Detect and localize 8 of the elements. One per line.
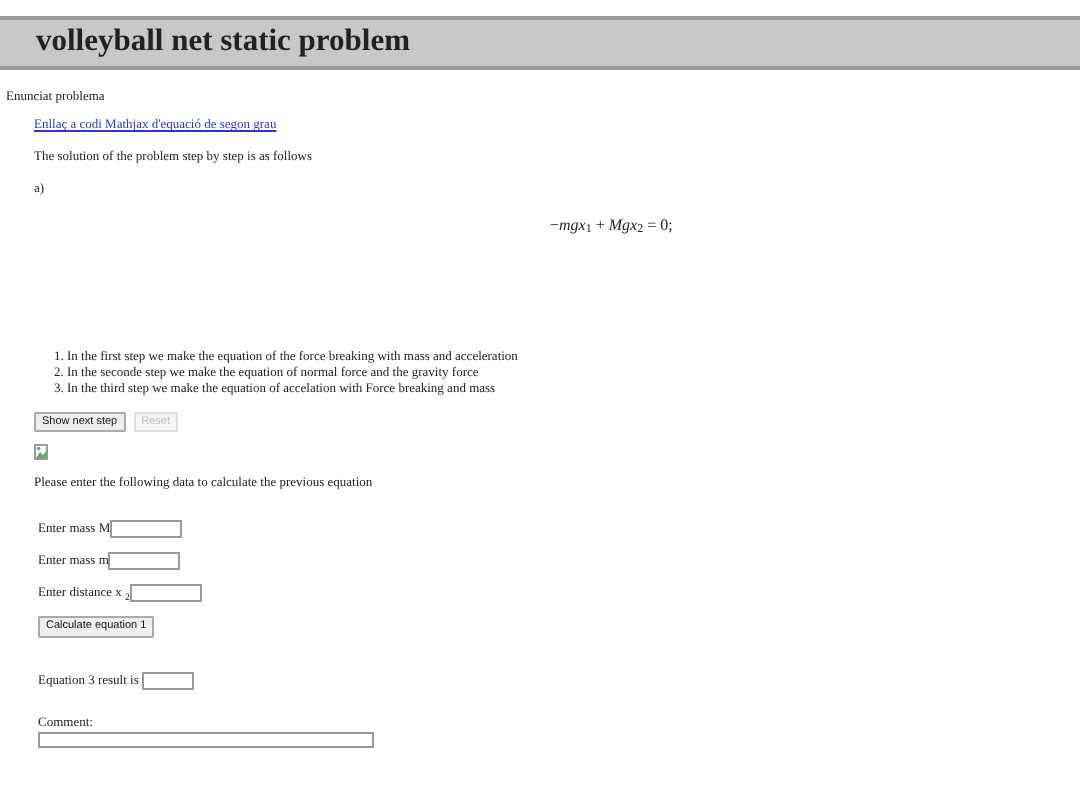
result-field[interactable] <box>142 672 194 691</box>
input-field[interactable] <box>108 552 181 571</box>
input-field[interactable] <box>110 520 183 539</box>
equation: −mgx$_{1}$ + Mgx$_{2}$ = 0; <box>550 215 673 234</box>
page-title: volleyball net static problem <box>36 24 412 62</box>
input-field[interactable] <box>129 584 202 603</box>
broken-image-icon <box>34 444 48 461</box>
comment-field[interactable] <box>38 731 374 748</box>
